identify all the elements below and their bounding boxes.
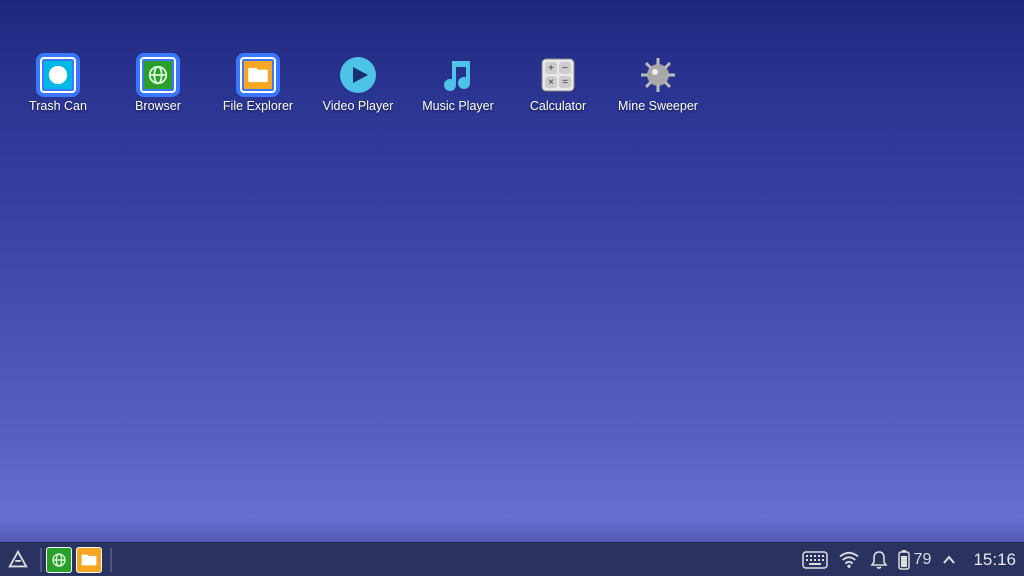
battery-tray[interactable]: 79 xyxy=(898,550,932,570)
desktop-icon-label: Trash Can xyxy=(29,99,87,113)
folder-icon xyxy=(238,55,278,95)
desktop-icon-trash-can[interactable]: Trash Can xyxy=(8,55,108,113)
desktop-icon-label: Music Player xyxy=(422,99,494,113)
battery-icon xyxy=(898,550,910,570)
keyboard-tray-icon[interactable] xyxy=(802,551,828,569)
music-icon xyxy=(438,55,478,95)
svg-text:−: − xyxy=(562,63,568,74)
battery-level-text: 79 xyxy=(914,551,932,569)
desktop-icon-mine-sweeper[interactable]: Mine Sweeper xyxy=(608,55,708,113)
video-icon xyxy=(338,55,378,95)
notifications-tray-icon[interactable] xyxy=(870,550,888,570)
svg-text:+: + xyxy=(548,63,554,74)
desktop-icon-music-player[interactable]: Music Player xyxy=(408,55,508,113)
system-tray: 79 15:16 xyxy=(802,543,1024,576)
desktop-icon-label: File Explorer xyxy=(223,99,293,113)
taskbar: 79 15:16 xyxy=(0,542,1024,576)
taskbar-pin-browser[interactable] xyxy=(46,547,72,573)
desktop-icon-label: Mine Sweeper xyxy=(618,99,698,113)
taskbar-pin-file-explorer[interactable] xyxy=(76,547,102,573)
folder-icon xyxy=(81,554,97,566)
taskbar-divider xyxy=(40,548,42,572)
taskbar-divider xyxy=(110,548,112,572)
start-logo-icon xyxy=(7,549,29,571)
desktop-icon-browser[interactable]: Browser xyxy=(108,55,208,113)
desktop-icon-label: Calculator xyxy=(530,99,586,113)
svg-text:×: × xyxy=(548,77,554,88)
desktop-icon-label: Browser xyxy=(135,99,181,113)
calculator-icon: + − × = xyxy=(538,55,578,95)
desktop[interactable]: Trash Can Browser File Explorer Video Pl xyxy=(0,0,1024,542)
start-button[interactable] xyxy=(3,545,33,575)
mine-icon xyxy=(638,55,678,95)
svg-text:=: = xyxy=(562,77,568,88)
desktop-icon-label: Video Player xyxy=(323,99,394,113)
desktop-icon-file-explorer[interactable]: File Explorer xyxy=(208,55,308,113)
desktop-icon-video-player[interactable]: Video Player xyxy=(308,55,408,113)
browser-icon xyxy=(51,552,67,568)
tray-expand-icon[interactable] xyxy=(941,552,957,568)
browser-icon xyxy=(138,55,178,95)
clock[interactable]: 15:16 xyxy=(973,550,1016,570)
trash-icon xyxy=(38,55,78,95)
wifi-tray-icon[interactable] xyxy=(838,551,860,569)
desktop-icon-calculator[interactable]: + − × = Calculator xyxy=(508,55,608,113)
